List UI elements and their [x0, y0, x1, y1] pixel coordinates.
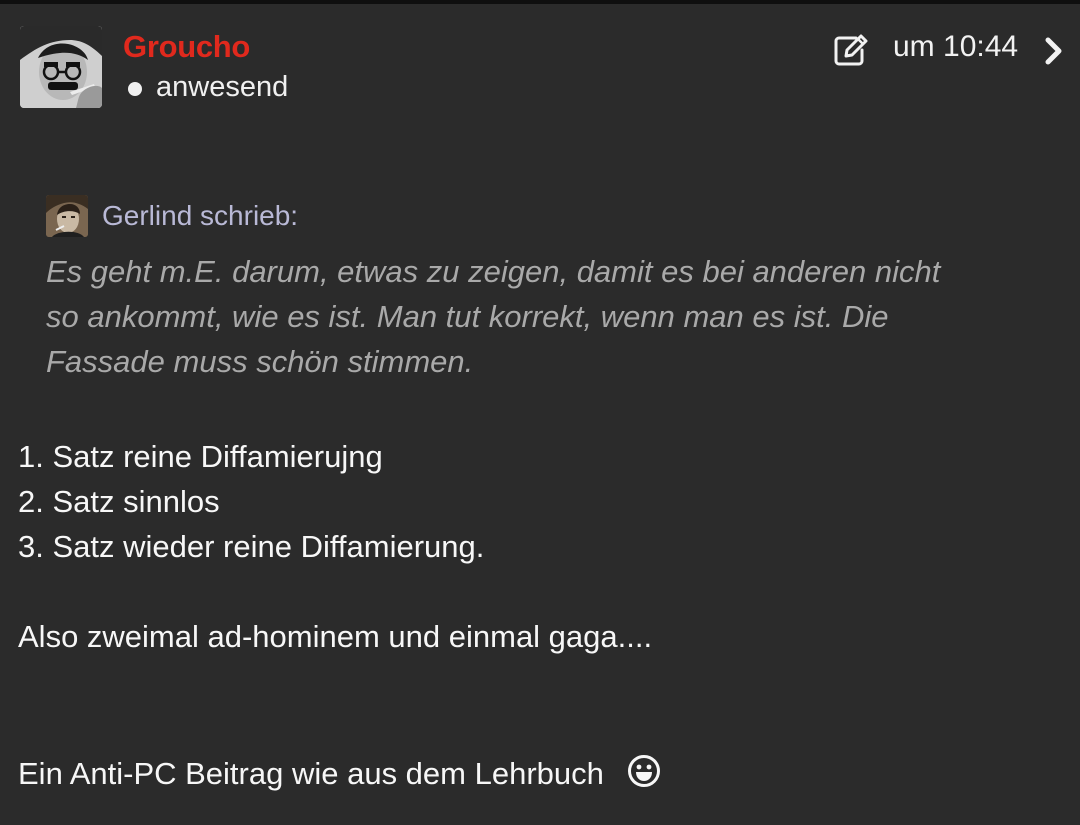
quote-line: so ankommt, wie es ist. Man tut korrekt,… — [46, 299, 889, 334]
quote-author-avatar[interactable] — [46, 195, 88, 237]
quote-line: Fassade muss schön stimmen. — [46, 344, 474, 379]
closing-text: Ein Anti-PC Beitrag wie aus dem Lehrbuch — [18, 756, 604, 791]
status-label: anwesend — [156, 71, 289, 103]
chevron-right-icon[interactable] — [1043, 36, 1065, 66]
list-item: 3. Satz wieder reine Diffamierung. — [18, 529, 485, 564]
closing-line: Ein Anti-PC Beitrag wie aus dem Lehrbuch — [18, 754, 661, 792]
list-item: 2. Satz sinnlos — [18, 484, 220, 519]
forum-post: Groucho anwesend um 10:44 Gerlind schrie… — [0, 0, 1080, 825]
list-item: 1. Satz reine Diffamierujng — [18, 439, 383, 474]
quote-line: Es geht m.E. darum, etwas zu zeigen, dam… — [46, 254, 941, 289]
summary-text: Also zweimal ad-hominem und einmal gaga.… — [18, 619, 653, 654]
quote-author: Gerlind schrieb: — [102, 200, 299, 231]
online-status: anwesend — [128, 71, 288, 104]
quote-text: Es geht m.E. darum, etwas zu zeigen, dam… — [46, 249, 1056, 384]
edit-icon[interactable] — [834, 34, 870, 66]
smiley-icon — [627, 754, 661, 788]
author-name[interactable]: Groucho — [123, 29, 250, 65]
author-avatar[interactable] — [20, 26, 102, 108]
post-timestamp: um 10:44 — [893, 30, 1019, 63]
status-dot-icon — [128, 82, 142, 96]
